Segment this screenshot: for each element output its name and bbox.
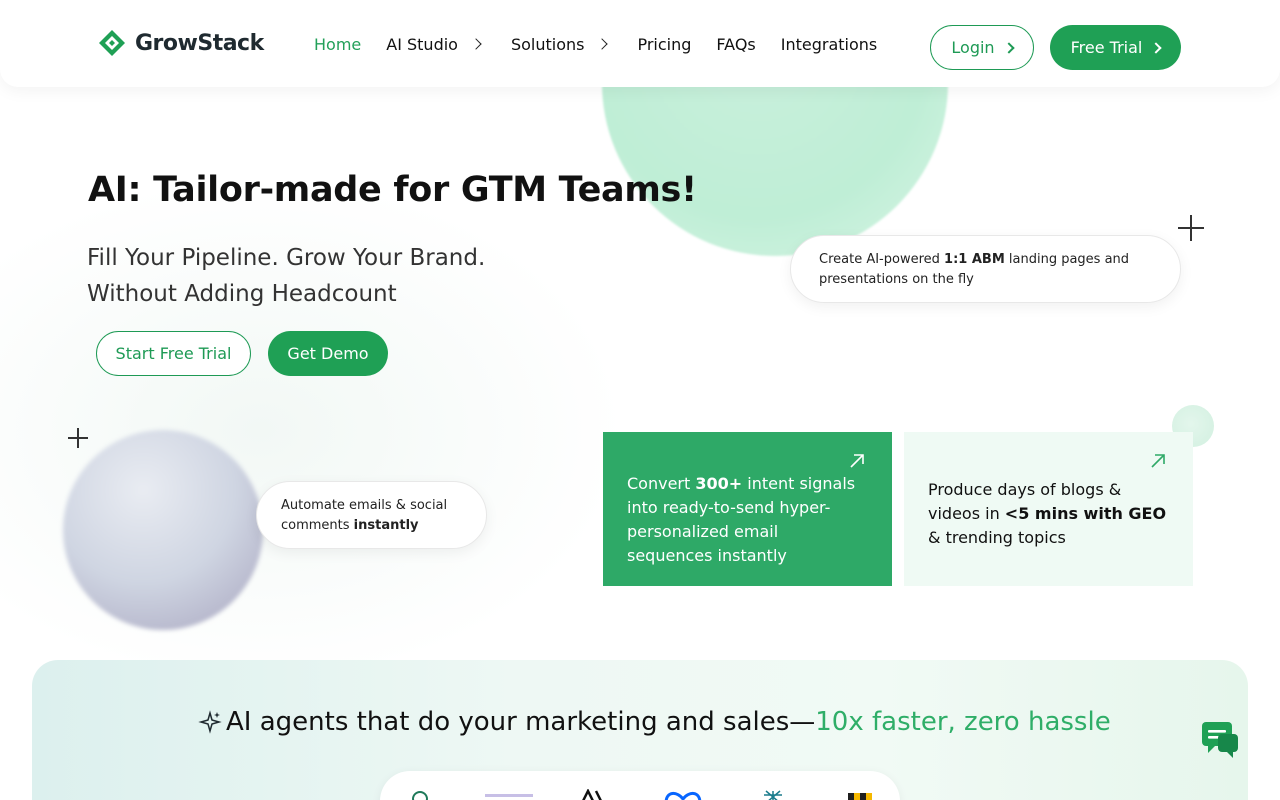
chevron-right-icon [596,38,609,50]
callout-text: Create AI-powered [819,252,945,267]
chevron-right-icon [470,38,482,50]
nav-label: FAQs [716,34,756,54]
nav-item-faqs[interactable]: FAQs [716,32,755,56]
growstack-logo-icon [99,30,125,56]
anthropic-logo-icon [582,789,602,800]
nav-item-solutions[interactable]: Solutions [511,32,613,56]
nav-item-pricing[interactable]: Pricing [637,32,691,56]
nav-label: Integrations [780,34,878,54]
callout-bold-text: 1:1 ABM [944,252,1005,267]
agents-title-main: AI agents that do your marketing and sal… [226,707,816,737]
site-header: GrowStack Home AI Studio Solutions Prici… [0,0,1280,87]
agents-section-title: AI agents that do your marketing and sal… [198,707,1111,737]
mistral-logo-icon [848,793,872,800]
hero-subtitle-line: Without Adding Headcount [87,281,397,307]
chevron-right-icon [1002,41,1015,54]
arrow-up-right-icon [850,454,864,468]
login-button[interactable]: Login [930,25,1034,70]
partner-logo-icon [485,794,533,797]
nav-item-ai-studio[interactable]: AI Studio [386,32,486,56]
brand-name: GrowStack [135,30,264,56]
plus-decoration-icon [1178,215,1204,241]
hero-subtitle-line: Fill Your Pipeline. Grow Your Brand. [87,245,486,271]
card-text: Convert [627,474,696,493]
agents-title-highlight: 10x faster, zero hassle [815,707,1111,737]
hero-subtitle: Fill Your Pipeline. Grow Your Brand. Wit… [87,240,485,312]
nav-label: Solutions [510,34,585,54]
card-text: & trending topics [928,528,1066,547]
free-trial-button[interactable]: Free Trial [1050,25,1181,70]
content-feature-card[interactable]: Produce days of blogs & videos in <5 min… [904,432,1193,586]
hero-title: AI: Tailor-made for GTM Teams! [88,170,697,210]
chat-icon[interactable] [1200,720,1240,760]
email-feature-card[interactable]: Convert 300+ intent signals into ready-t… [603,432,892,586]
openai-logo-icon [412,791,428,800]
free-trial-label: Free Trial [1070,38,1143,57]
abm-callout: Create AI-powered 1:1 ABM landing pages … [790,235,1181,303]
nav-item-integrations[interactable]: Integrations [781,32,878,56]
perplexity-logo-icon [764,790,782,800]
nav-label: Pricing [637,34,692,54]
meta-logo-icon [664,792,702,800]
login-label: Login [951,38,995,57]
main-nav: Home AI Studio Solutions Pricing FAQs In… [314,32,902,56]
start-free-trial-button[interactable]: Start Free Trial [96,331,251,376]
brand-logo[interactable]: GrowStack [97,28,264,58]
card-bold-text: 300+ [695,474,743,493]
chevron-right-icon [1150,41,1163,54]
card-bold-text: <5 mins with GEO [1004,504,1167,523]
decorative-grey-orb [63,430,263,630]
arrow-up-right-icon [1151,454,1165,468]
plus-decoration-icon [68,428,88,448]
automate-callout: Automate emails & social comments instan… [256,481,487,549]
partner-logo-strip [380,771,900,800]
nav-label: AI Studio [386,34,458,54]
callout-bold-text: instantly [353,518,419,533]
nav-label: Home [314,34,362,54]
get-demo-button[interactable]: Get Demo [268,331,388,376]
sparkle-icon [198,710,222,734]
nav-item-home[interactable]: Home [314,32,361,56]
